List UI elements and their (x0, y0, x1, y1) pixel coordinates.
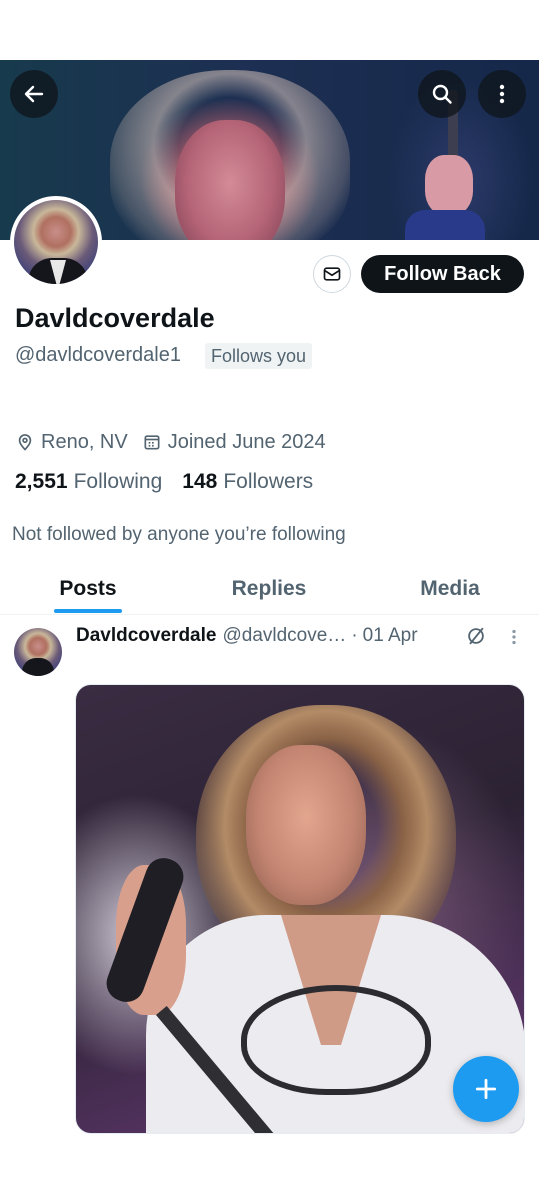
banner-face (175, 120, 285, 240)
more-vertical-icon (499, 84, 505, 104)
search-button[interactable] (418, 70, 466, 118)
post-more-icon[interactable] (506, 626, 522, 648)
calendar-icon (144, 435, 160, 450)
profile-display-name: Davldcoverdale (15, 303, 215, 333)
profile-meta: Reno, NV Joined June 2024 (15, 428, 340, 456)
followers-count: 148 (182, 470, 218, 493)
followers-label: Followers (223, 470, 314, 493)
following-count: 2,551 (15, 470, 68, 493)
post-image[interactable] (75, 684, 525, 1134)
following-link[interactable]: 2,551 Following (15, 470, 162, 494)
envelope-icon (323, 267, 341, 281)
post-avatar-suit (22, 658, 54, 676)
more-options-button[interactable] (478, 70, 526, 118)
follow-counts: 2,551 Following 148 Followers (15, 470, 333, 494)
follows-you-badge: Follows you (205, 343, 313, 369)
banner-sleeve (405, 210, 485, 240)
location-item: Reno, NV (15, 431, 128, 454)
post-author-avatar[interactable] (14, 628, 62, 676)
grok-icon[interactable] (465, 625, 487, 647)
location-text: Reno, NV (41, 430, 128, 453)
tab-posts[interactable]: Posts (28, 562, 148, 615)
back-button[interactable] (10, 70, 58, 118)
profile-tabs: Posts Replies Media (0, 562, 539, 615)
plus-icon (475, 1078, 497, 1100)
arrow-left-icon (24, 85, 44, 103)
followers-link[interactable]: 148 Followers (182, 470, 313, 494)
joined-text: Joined June 2024 (167, 430, 326, 453)
status-bar (0, 0, 539, 60)
search-icon (432, 84, 452, 104)
post-date[interactable]: 01 Apr (363, 625, 418, 647)
location-pin-icon (18, 434, 32, 451)
social-context-text: Not followed by anyone you’re following (12, 524, 346, 545)
post-image-snake-print (241, 985, 431, 1095)
post-header: Davldcoverdale @davldcove… · 01 Apr (76, 622, 418, 650)
follow-back-button[interactable]: Follow Back (361, 255, 524, 293)
profile-handle: @davldcoverdale1 (15, 344, 181, 366)
message-button[interactable] (313, 255, 351, 293)
post-image-face (246, 745, 366, 905)
compose-button[interactable] (453, 1056, 519, 1122)
post-author-handle[interactable]: @davldcove… (222, 625, 346, 647)
following-label: Following (73, 470, 163, 493)
post-author-name[interactable]: Davldcoverdale (76, 625, 216, 647)
post-separator: · (351, 625, 358, 646)
banner-hand (425, 155, 473, 215)
tab-replies[interactable]: Replies (209, 562, 329, 615)
tab-media[interactable]: Media (390, 562, 510, 615)
active-tab-indicator (54, 609, 122, 613)
joined-item: Joined June 2024 (142, 431, 326, 454)
profile-avatar[interactable] (10, 196, 102, 288)
